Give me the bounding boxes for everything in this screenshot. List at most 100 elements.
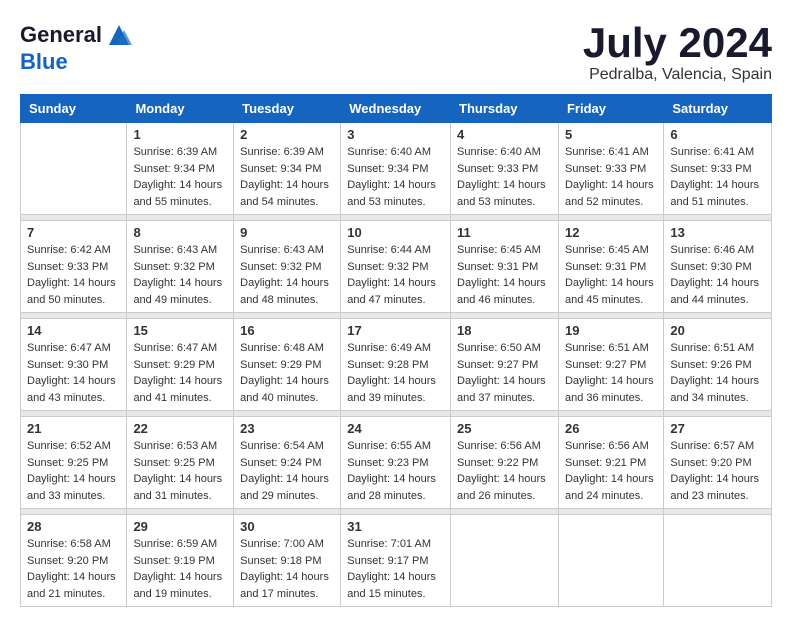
day-number: 20 <box>670 323 765 338</box>
logo-general: General <box>20 23 102 47</box>
day-info: Sunrise: 6:39 AM Sunset: 9:34 PM Dayligh… <box>133 144 227 210</box>
table-row: 24Sunrise: 6:55 AM Sunset: 9:23 PM Dayli… <box>341 417 451 509</box>
day-info: Sunrise: 6:40 AM Sunset: 9:33 PM Dayligh… <box>457 144 552 210</box>
table-row: 18 Sunrise: 6:50 AM Sunset: 9:27 PM Dayli… <box>451 319 559 411</box>
day-info: Sunrise: 6:53 AM Sunset: 9:25 PM Dayligh… <box>133 438 227 504</box>
table-row: 15Sunrise: 6:47 AM Sunset: 9:29 PM Dayli… <box>127 319 234 411</box>
table-row: 2 Sunrise: 6:39 AM Sunset: 9:34 PM Daylig… <box>234 123 341 215</box>
table-row: 5 Sunrise: 6:41 AM Sunset: 9:33 PM Daylig… <box>558 123 663 215</box>
day-number: 21 <box>27 421 120 436</box>
table-row: 10Sunrise: 6:44 AM Sunset: 9:32 PM Dayli… <box>341 221 451 313</box>
table-row: 6Sunrise: 6:41 AM Sunset: 9:33 PM Daylig… <box>664 123 772 215</box>
day-info: Sunrise: 6:39 AM Sunset: 9:34 PM Dayligh… <box>240 144 334 210</box>
day-info: Sunrise: 6:56 AM Sunset: 9:22 PM Dayligh… <box>457 438 552 504</box>
day-number: 28 <box>27 519 120 534</box>
calendar-week-row: 21 Sunrise: 6:52 AM Sunset: 9:25 PM Dayli… <box>21 417 772 509</box>
day-number: 13 <box>670 225 765 240</box>
table-row: 30 Sunrise: 7:00 AM Sunset: 9:18 PM Dayli… <box>234 515 341 607</box>
location-subtitle: Pedralba, Valencia, Spain <box>583 66 772 84</box>
col-wednesday: Wednesday <box>341 95 451 123</box>
day-info: Sunrise: 6:45 AM Sunset: 9:31 PM Dayligh… <box>457 242 552 308</box>
day-number: 3 <box>347 127 444 142</box>
day-number: 1 <box>133 127 227 142</box>
day-info: Sunrise: 6:56 AM Sunset: 9:21 PM Dayligh… <box>565 438 657 504</box>
day-number: 17 <box>347 323 444 338</box>
table-row: 13 Sunrise: 6:46 AM Sunset: 9:30 PM Dayli… <box>664 221 772 313</box>
table-row: 31Sunrise: 7:01 AM Sunset: 9:17 PM Dayli… <box>341 515 451 607</box>
day-info: Sunrise: 6:46 AM Sunset: 9:30 PM Dayligh… <box>670 242 765 308</box>
table-row: 1 Sunrise: 6:39 AM Sunset: 9:34 PM Daylig… <box>127 123 234 215</box>
table-row: 8 Sunrise: 6:43 AM Sunset: 9:32 PM Daylig… <box>127 221 234 313</box>
table-row: 27 Sunrise: 6:57 AM Sunset: 9:20 PM Dayli… <box>664 417 772 509</box>
logo-text: General Blue <box>20 20 134 74</box>
table-row <box>664 515 772 607</box>
col-tuesday: Tuesday <box>234 95 341 123</box>
day-number: 26 <box>565 421 657 436</box>
table-row: 3Sunrise: 6:40 AM Sunset: 9:34 PM Daylig… <box>341 123 451 215</box>
day-info: Sunrise: 6:48 AM Sunset: 9:29 PM Dayligh… <box>240 340 334 406</box>
table-row: 14 Sunrise: 6:47 AM Sunset: 9:30 PM Dayli… <box>21 319 127 411</box>
day-info: Sunrise: 6:43 AM Sunset: 9:32 PM Dayligh… <box>240 242 334 308</box>
day-info: Sunrise: 6:54 AM Sunset: 9:24 PM Dayligh… <box>240 438 334 504</box>
day-number: 14 <box>27 323 120 338</box>
day-info: Sunrise: 6:43 AM Sunset: 9:32 PM Dayligh… <box>133 242 227 308</box>
table-row: 12Sunrise: 6:45 AM Sunset: 9:31 PM Dayli… <box>558 221 663 313</box>
table-row: 7Sunrise: 6:42 AM Sunset: 9:33 PM Daylig… <box>21 221 127 313</box>
table-row: 26 Sunrise: 6:56 AM Sunset: 9:21 PM Dayli… <box>558 417 663 509</box>
table-row <box>21 123 127 215</box>
col-saturday: Saturday <box>664 95 772 123</box>
calendar-table: Sunday Monday Tuesday Wednesday Thursday… <box>20 94 772 607</box>
calendar-header-row: Sunday Monday Tuesday Wednesday Thursday… <box>21 95 772 123</box>
day-number: 9 <box>240 225 334 240</box>
day-number: 8 <box>133 225 227 240</box>
col-sunday: Sunday <box>21 95 127 123</box>
day-info: Sunrise: 6:52 AM Sunset: 9:25 PM Dayligh… <box>27 438 120 504</box>
logo-icon <box>104 20 134 50</box>
calendar-week-row: 1 Sunrise: 6:39 AM Sunset: 9:34 PM Daylig… <box>21 123 772 215</box>
table-row: 11 Sunrise: 6:45 AM Sunset: 9:31 PM Dayli… <box>451 221 559 313</box>
table-row: 21 Sunrise: 6:52 AM Sunset: 9:25 PM Dayli… <box>21 417 127 509</box>
day-info: Sunrise: 7:00 AM Sunset: 9:18 PM Dayligh… <box>240 536 334 602</box>
day-info: Sunrise: 7:01 AM Sunset: 9:17 PM Dayligh… <box>347 536 444 602</box>
table-row: 19 Sunrise: 6:51 AM Sunset: 9:27 PM Dayli… <box>558 319 663 411</box>
day-number: 24 <box>347 421 444 436</box>
table-row: 28 Sunrise: 6:58 AM Sunset: 9:20 PM Dayli… <box>21 515 127 607</box>
table-row: 29 Sunrise: 6:59 AM Sunset: 9:19 PM Dayli… <box>127 515 234 607</box>
day-number: 19 <box>565 323 657 338</box>
table-row: 23Sunrise: 6:54 AM Sunset: 9:24 PM Dayli… <box>234 417 341 509</box>
day-info: Sunrise: 6:51 AM Sunset: 9:27 PM Dayligh… <box>565 340 657 406</box>
day-number: 16 <box>240 323 334 338</box>
calendar-week-row: 28 Sunrise: 6:58 AM Sunset: 9:20 PM Dayli… <box>21 515 772 607</box>
table-row: 16 Sunrise: 6:48 AM Sunset: 9:29 PM Dayli… <box>234 319 341 411</box>
table-row <box>558 515 663 607</box>
day-info: Sunrise: 6:50 AM Sunset: 9:27 PM Dayligh… <box>457 340 552 406</box>
table-row: 22 Sunrise: 6:53 AM Sunset: 9:25 PM Dayli… <box>127 417 234 509</box>
day-info: Sunrise: 6:47 AM Sunset: 9:30 PM Dayligh… <box>27 340 120 406</box>
day-number: 29 <box>133 519 227 534</box>
day-number: 12 <box>565 225 657 240</box>
col-friday: Friday <box>558 95 663 123</box>
day-number: 30 <box>240 519 334 534</box>
table-row <box>451 515 559 607</box>
day-info: Sunrise: 6:58 AM Sunset: 9:20 PM Dayligh… <box>27 536 120 602</box>
day-number: 22 <box>133 421 227 436</box>
day-number: 11 <box>457 225 552 240</box>
calendar-week-row: 14 Sunrise: 6:47 AM Sunset: 9:30 PM Dayli… <box>21 319 772 411</box>
table-row: 20 Sunrise: 6:51 AM Sunset: 9:26 PM Dayli… <box>664 319 772 411</box>
day-number: 18 <box>457 323 552 338</box>
day-number: 5 <box>565 127 657 142</box>
table-row: 4Sunrise: 6:40 AM Sunset: 9:33 PM Daylig… <box>451 123 559 215</box>
header-section: General Blue July 2024 Pedralba, Valenci… <box>20 20 772 84</box>
table-row: 25Sunrise: 6:56 AM Sunset: 9:22 PM Dayli… <box>451 417 559 509</box>
day-number: 10 <box>347 225 444 240</box>
day-info: Sunrise: 6:41 AM Sunset: 9:33 PM Dayligh… <box>565 144 657 210</box>
day-number: 27 <box>670 421 765 436</box>
day-info: Sunrise: 6:51 AM Sunset: 9:26 PM Dayligh… <box>670 340 765 406</box>
day-info: Sunrise: 6:57 AM Sunset: 9:20 PM Dayligh… <box>670 438 765 504</box>
table-row: 17 Sunrise: 6:49 AM Sunset: 9:28 PM Dayli… <box>341 319 451 411</box>
logo-blue: Blue <box>20 50 134 74</box>
day-info: Sunrise: 6:59 AM Sunset: 9:19 PM Dayligh… <box>133 536 227 602</box>
day-info: Sunrise: 6:49 AM Sunset: 9:28 PM Dayligh… <box>347 340 444 406</box>
day-info: Sunrise: 6:47 AM Sunset: 9:29 PM Dayligh… <box>133 340 227 406</box>
day-number: 2 <box>240 127 334 142</box>
